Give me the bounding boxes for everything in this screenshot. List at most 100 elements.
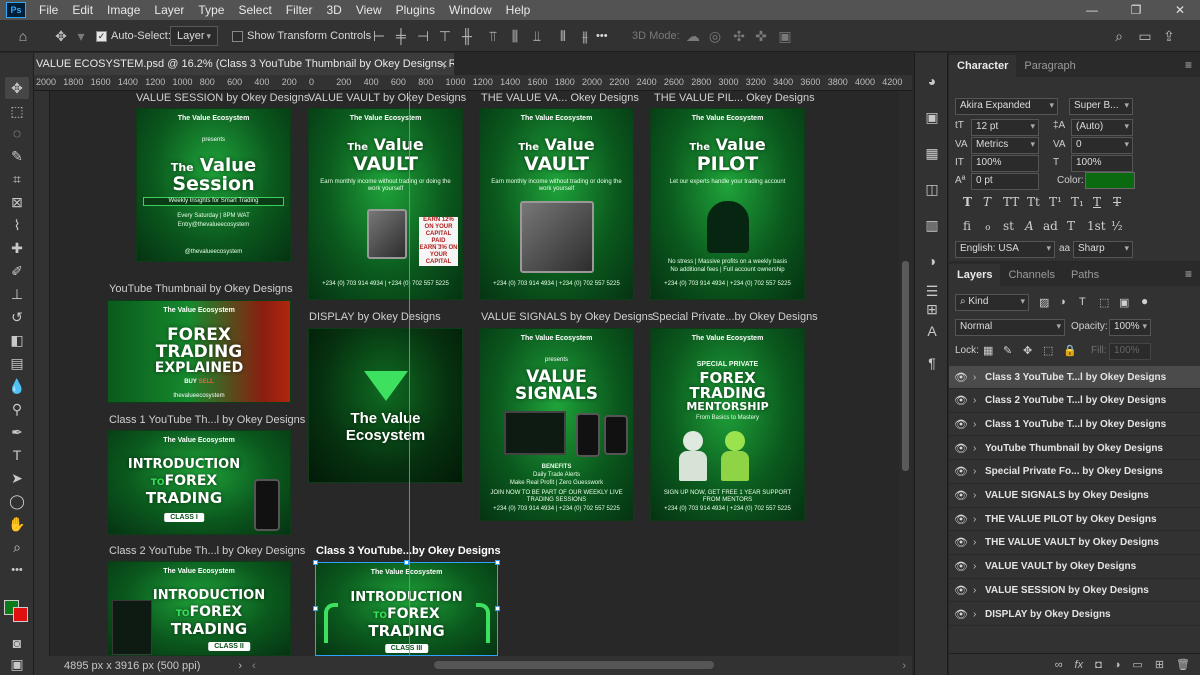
- chevron-right-icon[interactable]: ›: [973, 443, 985, 454]
- canvas[interactable]: VALUE SESSION by Okey Designs The Value …: [50, 91, 899, 656]
- menu-plugins[interactable]: Plugins: [389, 0, 442, 20]
- stylistic-alternates-button[interactable]: ad: [1043, 219, 1058, 233]
- chevron-right-icon[interactable]: ›: [973, 537, 985, 548]
- horizontal-ruler[interactable]: 2000 1800 1600 1400 1200 1000 800 600 400 200 0 200…: [34, 75, 912, 91]
- swatches-panel-icon[interactable]: ▣: [922, 107, 942, 127]
- artboard-the-value-vault[interactable]: The Value Ecosystem The Value VAULT Earn…: [479, 108, 634, 300]
- menu-window[interactable]: Window: [442, 0, 499, 20]
- menu-image[interactable]: Image: [100, 0, 147, 20]
- artboard-label-value-session[interactable]: VALUE SESSION by Okey Designs: [136, 92, 309, 104]
- lock-artboard-icon[interactable]: ⬚: [1043, 344, 1053, 357]
- menu-type[interactable]: Type: [191, 0, 231, 20]
- tab-paragraph[interactable]: Paragraph: [1016, 55, 1083, 77]
- underline-button[interactable]: T: [1093, 195, 1101, 209]
- clone-stamp-tool-icon[interactable]: ⊥: [5, 283, 29, 305]
- menu-select[interactable]: Select: [231, 0, 278, 20]
- fill-field[interactable]: 100%: [1109, 343, 1151, 360]
- more-options-button[interactable]: •••: [596, 20, 608, 52]
- photoshop-logo-icon[interactable]: Ps: [6, 2, 26, 18]
- faux-italic-button[interactable]: T: [983, 195, 991, 209]
- align-middle-v-icon[interactable]: ╫: [458, 20, 476, 52]
- visibility-eye-icon[interactable]: 👁: [949, 371, 973, 384]
- vertical-scrollbar[interactable]: [899, 91, 912, 656]
- distribute-left-icon[interactable]: ⫴: [554, 20, 572, 52]
- document-tab[interactable]: VALUE ECOSYSTEM.psd @ 16.2% (Class 3 You…: [34, 53, 493, 75]
- panel-menu-icon[interactable]: ≡: [1185, 267, 1192, 281]
- lock-all-icon[interactable]: 🔒: [1063, 344, 1077, 357]
- opacity-field[interactable]: 100% ▾: [1109, 319, 1151, 336]
- gradient-tool-icon[interactable]: ▤: [5, 352, 29, 374]
- tracking-field[interactable]: 0 ▾: [1071, 137, 1133, 154]
- crop-tool-icon[interactable]: ⌗: [5, 168, 29, 190]
- artboard-label-the-value-vault[interactable]: THE VALUE VA... Okey Designs: [481, 92, 639, 104]
- auto-select-target-dropdown[interactable]: Layer ▾: [170, 26, 218, 46]
- adjustments-panel-icon[interactable]: ◑: [922, 251, 942, 271]
- artboard-label-class-1[interactable]: Class 1 YouTube Th...l by Okey Designs: [109, 414, 305, 426]
- eraser-tool-icon[interactable]: ◧: [5, 329, 29, 351]
- faux-bold-button[interactable]: T: [963, 195, 972, 209]
- text-color-swatch[interactable]: [1085, 172, 1135, 189]
- tab-layers[interactable]: Layers: [949, 264, 1001, 286]
- font-style-dropdown[interactable]: Super B... ▾: [1069, 98, 1133, 115]
- old-style-button[interactable]: ℴ: [985, 219, 991, 233]
- selection-bounding-box[interactable]: [315, 562, 498, 656]
- artboard-class-2[interactable]: The Value Ecosystem INTRODUCTION TOFOREX…: [107, 561, 291, 656]
- discretionary-ligatures-button[interactable]: st: [1003, 219, 1014, 233]
- artboard-label-special-private[interactable]: Special Private...by Okey Designs: [652, 311, 818, 323]
- lock-position-icon[interactable]: ✥: [1023, 344, 1032, 357]
- vertical-scale-field[interactable]: 100%: [971, 155, 1039, 172]
- home-icon[interactable]: ⌂: [14, 20, 32, 52]
- filter-shape-icon[interactable]: ⬚: [1099, 296, 1109, 309]
- frame-tool-icon[interactable]: ⊠: [5, 191, 29, 213]
- chevron-down-icon[interactable]: ▾: [72, 20, 90, 52]
- paragraph-panel-icon[interactable]: ¶: [922, 353, 942, 373]
- 3d-scale-icon[interactable]: ▣: [776, 20, 794, 52]
- more-tools-icon[interactable]: •••: [5, 559, 29, 581]
- visibility-eye-icon[interactable]: 👁: [949, 560, 973, 573]
- tab-channels[interactable]: Channels: [1000, 264, 1062, 286]
- search-icon[interactable]: ⌕: [1110, 20, 1128, 52]
- kerning-field[interactable]: Metrics ▾: [971, 137, 1039, 154]
- all-caps-button[interactable]: TT: [1003, 195, 1019, 209]
- move-tool-icon[interactable]: ✥: [5, 77, 29, 99]
- filter-toggle-icon[interactable]: ●: [1141, 294, 1148, 308]
- layer-row[interactable]: 👁 › Class 2 YouTube T...l by Okey Designs: [949, 390, 1200, 413]
- 3d-pan-icon[interactable]: ✣: [730, 20, 748, 52]
- artboard-label-value-signals[interactable]: VALUE SIGNALS by Okey Designs: [481, 311, 653, 323]
- layer-row[interactable]: 👁 › VALUE VAULT by Okey Designs: [949, 556, 1200, 579]
- subscript-button[interactable]: T₁: [1071, 195, 1084, 209]
- menu-3d[interactable]: 3D: [319, 0, 348, 20]
- chevron-right-icon[interactable]: ›: [973, 609, 985, 620]
- 3d-slide-icon[interactable]: ✜: [752, 20, 770, 52]
- artboard-value-signals[interactable]: The Value Ecosystem presents VALUE SIGNA…: [479, 328, 634, 521]
- distribute-top-icon[interactable]: ⫪: [484, 20, 502, 52]
- small-caps-button[interactable]: Tt: [1027, 195, 1040, 209]
- horizontal-scale-field[interactable]: 100%: [1071, 155, 1133, 172]
- restore-button[interactable]: ❐: [1116, 0, 1156, 20]
- artboard-the-value-pilot[interactable]: The Value Ecosystem The Value PILOT Let …: [650, 108, 805, 300]
- tab-character[interactable]: Character: [949, 55, 1017, 77]
- blur-tool-icon[interactable]: 💧: [5, 375, 29, 397]
- vertical-scrollbar-thumb[interactable]: [902, 261, 909, 471]
- ligatures-button[interactable]: fi: [963, 219, 971, 233]
- artboard-display[interactable]: The Value Ecosystem: [308, 328, 463, 483]
- titling-alternates-button[interactable]: T: [1067, 219, 1075, 233]
- artboard-label-display[interactable]: DISPLAY by Okey Designs: [309, 311, 441, 323]
- zoom-tool-icon[interactable]: ⌕: [5, 536, 29, 558]
- artboard-value-session[interactable]: The Value Ecosystem presents The Value S…: [136, 108, 291, 262]
- status-menu-arrow[interactable]: ›: [238, 660, 242, 672]
- fractions-button[interactable]: ½: [1111, 219, 1123, 233]
- layer-row[interactable]: 👁 › Special Private Fo... by Okey Designs: [949, 461, 1200, 484]
- guide-line[interactable]: [409, 91, 410, 656]
- close-window-button[interactable]: ✕: [1160, 0, 1200, 20]
- align-right-icon[interactable]: ⊣: [414, 20, 432, 52]
- visibility-eye-icon[interactable]: 👁: [949, 513, 973, 526]
- align-center-h-icon[interactable]: ╪: [392, 20, 410, 52]
- ordinals-button[interactable]: 1st: [1087, 219, 1106, 233]
- distribute-right-icon[interactable]: ⫵: [576, 20, 594, 52]
- chevron-right-icon[interactable]: ›: [973, 490, 985, 501]
- trash-icon[interactable]: 🗑: [1176, 658, 1190, 671]
- show-transform-checkbox[interactable]: Show Transform Controls: [232, 20, 371, 52]
- distribute-center-icon[interactable]: ⫼: [506, 20, 524, 52]
- artboard-label-the-value-pilot[interactable]: THE VALUE PIL... Okey Designs: [654, 92, 815, 104]
